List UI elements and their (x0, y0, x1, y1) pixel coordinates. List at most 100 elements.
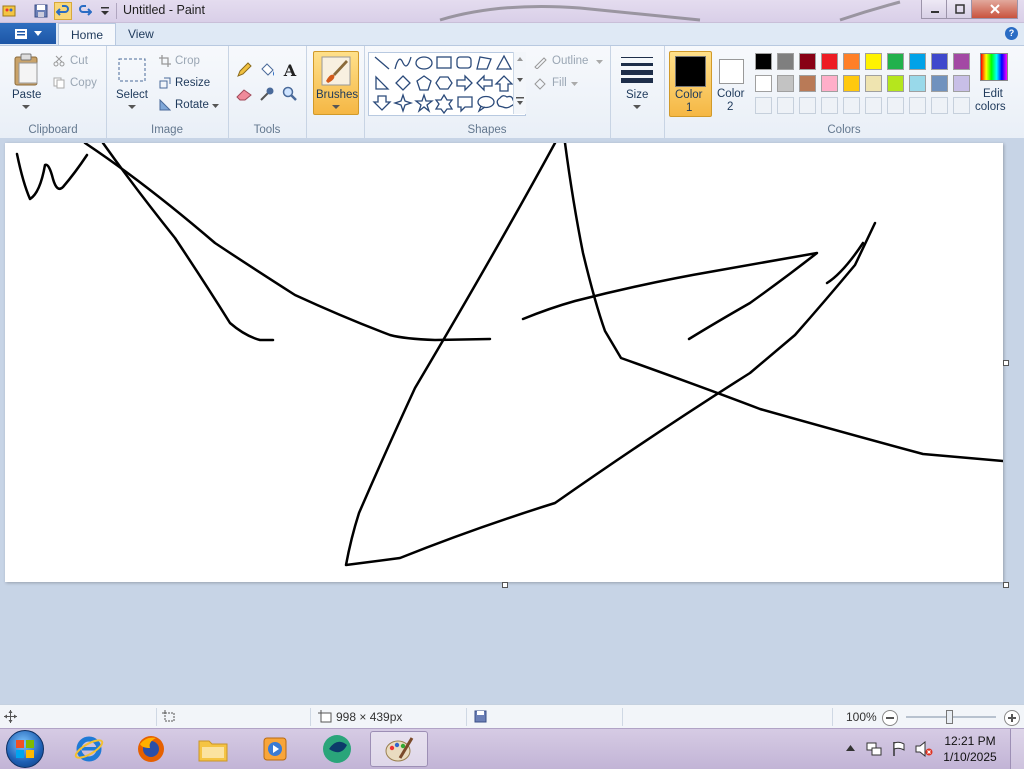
zoom-slider-thumb[interactable] (946, 710, 953, 724)
taskbar-paint[interactable] (370, 731, 428, 767)
palette-swatch[interactable] (799, 53, 816, 70)
five-point-star-shape-icon[interactable] (414, 92, 434, 113)
palette-custom-slot[interactable] (755, 97, 772, 114)
action-center-flag-icon[interactable] (891, 741, 907, 757)
palette-swatch[interactable] (865, 53, 882, 70)
tab-home[interactable]: Home (58, 23, 117, 46)
rotate-button[interactable]: Rotate (175, 99, 209, 111)
shapes-scrollbar[interactable] (513, 52, 526, 114)
zoom-out-button[interactable] (882, 710, 898, 726)
select-button[interactable]: Select (116, 89, 148, 101)
resize-handle-corner[interactable] (1003, 582, 1009, 588)
palette-custom-slot[interactable] (887, 97, 904, 114)
palette-custom-slot[interactable] (953, 97, 970, 114)
volume-muted-icon[interactable] (915, 741, 933, 757)
curve-shape-icon[interactable] (394, 56, 412, 70)
palette-swatch[interactable] (755, 75, 772, 92)
cloud-callout-shape-icon[interactable] (496, 95, 515, 109)
palette-custom-slot[interactable] (821, 97, 838, 114)
drawing-canvas[interactable] (5, 143, 1003, 582)
crop-button[interactable]: Crop (175, 55, 200, 67)
diamond-shape-icon[interactable] (395, 75, 411, 91)
four-point-star-shape-icon[interactable] (392, 92, 414, 114)
color-picker-icon[interactable] (257, 84, 277, 104)
pentagon-shape-icon[interactable] (416, 75, 432, 91)
resize-handle-bottom[interactable] (502, 582, 508, 588)
size-button[interactable]: Size (626, 89, 648, 101)
rounded-rectangle-shape-icon[interactable] (456, 56, 472, 69)
palette-swatch[interactable] (887, 53, 904, 70)
palette-custom-slot[interactable] (931, 97, 948, 114)
maximize-button[interactable] (946, 0, 973, 19)
palette-swatch[interactable] (843, 53, 860, 70)
network-icon[interactable] (866, 741, 882, 757)
select-dropdown-icon[interactable] (128, 105, 136, 110)
taskbar-media-player[interactable] (248, 731, 302, 767)
show-hidden-icons-icon[interactable] (846, 744, 855, 751)
palette-swatch[interactable] (799, 75, 816, 92)
polygon-shape-icon[interactable] (476, 56, 492, 70)
palette-swatch[interactable] (909, 53, 926, 70)
edit-colors-button[interactable]: Edit colors (974, 51, 1014, 115)
palette-custom-slot[interactable] (777, 97, 794, 114)
palette-swatch[interactable] (821, 53, 838, 70)
color2-button[interactable]: Color 2 (714, 51, 752, 115)
six-point-star-shape-icon[interactable] (434, 93, 454, 115)
file-menu-button[interactable] (0, 23, 56, 44)
palette-swatch[interactable] (931, 75, 948, 92)
rotate-dropdown-icon[interactable] (212, 104, 219, 108)
palette-swatch[interactable] (821, 75, 838, 92)
up-arrow-shape-icon[interactable] (494, 75, 514, 92)
palette-swatch[interactable] (909, 75, 926, 92)
line-shape-icon[interactable] (374, 56, 390, 70)
resize-button[interactable]: Resize (175, 77, 210, 89)
down-arrow-shape-icon[interactable] (372, 95, 392, 111)
palette-swatch[interactable] (887, 75, 904, 92)
save-icon[interactable] (32, 2, 50, 20)
palette-swatch[interactable] (755, 53, 772, 70)
palette-custom-slot[interactable] (799, 97, 816, 114)
pencil-icon[interactable] (234, 60, 254, 80)
paint-app-icon[interactable] (0, 2, 18, 20)
minimize-button[interactable] (921, 0, 948, 19)
taskbar-app-green[interactable] (310, 731, 364, 767)
outline-button[interactable]: Outline (552, 55, 588, 67)
color1-button[interactable]: Color 1 (669, 51, 712, 117)
rect-callout-shape-icon[interactable] (457, 96, 473, 113)
fill-dropdown-icon[interactable] (571, 82, 578, 86)
fill-button[interactable]: Fill (552, 77, 567, 89)
copy-button[interactable]: Copy (70, 77, 97, 89)
taskbar-firefox[interactable] (124, 731, 178, 767)
resize-handle-right[interactable] (1003, 360, 1009, 366)
taskbar-ie[interactable] (62, 731, 116, 767)
zoom-in-button[interactable] (1004, 710, 1020, 726)
start-button[interactable] (6, 730, 44, 768)
taskbar-clock[interactable]: 12:21 PM 1/10/2025 (936, 733, 1004, 765)
right-triangle-shape-icon[interactable] (375, 75, 390, 90)
cut-button[interactable]: Cut (70, 55, 88, 67)
eraser-icon[interactable] (234, 84, 254, 104)
taskbar-explorer[interactable] (186, 731, 240, 767)
size-icon[interactable] (620, 54, 654, 84)
right-arrow-shape-icon[interactable] (456, 74, 473, 92)
palette-swatch[interactable] (777, 53, 794, 70)
palette-swatch[interactable] (953, 53, 970, 70)
paste-button[interactable]: Paste (12, 89, 41, 101)
tab-view[interactable]: View (116, 23, 166, 45)
customize-qat-dropdown-icon[interactable] (96, 2, 114, 20)
size-dropdown-icon[interactable] (633, 105, 641, 110)
text-tool-icon[interactable]: A (280, 60, 300, 80)
palette-custom-slot[interactable] (843, 97, 860, 114)
palette-custom-slot[interactable] (865, 97, 882, 114)
palette-swatch[interactable] (843, 75, 860, 92)
left-arrow-shape-icon[interactable] (476, 74, 493, 92)
show-desktop-button[interactable] (1010, 729, 1024, 769)
oval-callout-shape-icon[interactable] (477, 95, 495, 113)
palette-swatch[interactable] (953, 75, 970, 92)
oval-shape-icon[interactable] (415, 56, 433, 70)
paste-dropdown-icon[interactable] (22, 105, 30, 110)
palette-swatch[interactable] (931, 53, 948, 70)
palette-custom-slot[interactable] (909, 97, 926, 114)
outline-dropdown-icon[interactable] (596, 60, 603, 64)
help-icon[interactable]: ? (1005, 27, 1018, 40)
